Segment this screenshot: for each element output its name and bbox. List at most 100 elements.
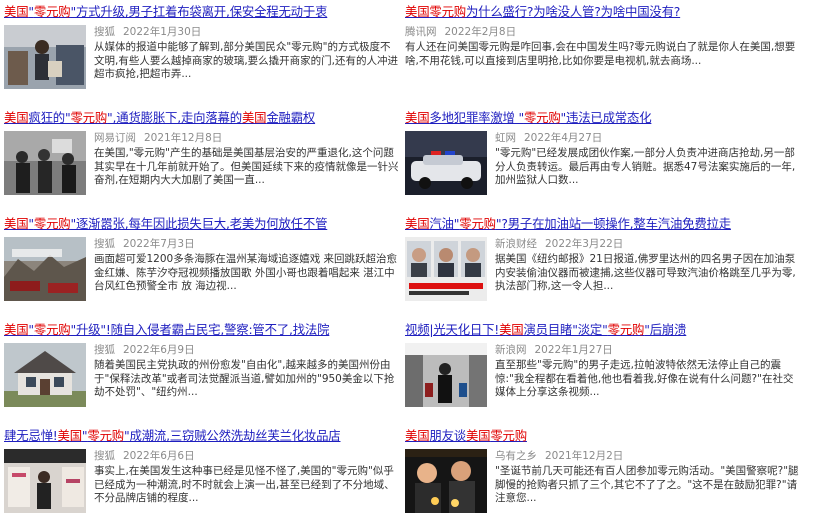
news-snippet: "零元购"已经发展成团伙作案,一部分人负责冲进商店抢劫,另一部分人负责转运。最后…: [495, 147, 796, 186]
title-keyword: 零元购: [70, 110, 108, 125]
news-item: 美国"零元购"方式升级,男子扛着布袋离开,保安全程无动于衷搜狐 2022年1月30…: [4, 4, 404, 106]
title-keyword: 零元购: [33, 4, 71, 19]
title-text: "违法已成常态化: [560, 110, 652, 125]
title-text: ",通货膨胀下,走向落幕的: [107, 110, 242, 125]
title-keyword: 美国: [4, 322, 29, 337]
news-item: 美国"零元购"逐渐嚣张,每年因此损失巨大,老美为何放任不管搜狐 2022年7月3日…: [4, 216, 404, 318]
news-meta: 搜狐 2022年1月30日: [94, 25, 201, 40]
title-keyword: 零元购: [33, 322, 71, 337]
title-text: 演员目睹"淡定": [523, 322, 608, 337]
news-snippet: 从媒体的报道中能够了解到,部分美国民众"零元购"的方式极度不文明,有些人要么越掉…: [94, 41, 399, 80]
store-shopper-photo[interactable]: [4, 25, 86, 89]
news-date: 2022年7月3日: [123, 238, 195, 250]
title-text: 视频|光天化日下!: [405, 322, 500, 337]
news-date: 2022年2月8日: [444, 26, 517, 38]
title-keyword: 美国: [4, 4, 29, 19]
news-body: 网易订阅 2021年12月8日 在美国,"零元购"产生的基础是美国基层治安的严重退化…: [4, 131, 404, 209]
news-body: 搜狐 2022年1月30日从媒体的报道中能够了解到,部分美国民众"零元购"的方式极…: [4, 25, 404, 103]
title-keyword: 零元购: [87, 428, 124, 443]
news-title-link[interactable]: 美国"零元购"升级"!随自入侵者霸占民宅,警察:管不了,找法院: [4, 322, 404, 338]
news-meta: 网易订阅 2021年12月8日: [94, 131, 222, 146]
news-source: 腾讯网: [405, 26, 437, 38]
looting-crowd-photo[interactable]: [4, 131, 86, 195]
title-text: "?男子在加油站一顿操作,整车汽油免费拉走: [495, 216, 731, 231]
store-aisle-photo[interactable]: [405, 343, 487, 407]
news-source: 搜狐: [94, 26, 115, 38]
title-keyword: 美国: [405, 4, 430, 19]
news-item: 美国"零元购"升级"!随自入侵者霸占民宅,警察:管不了,找法院搜狐 2022年6月…: [4, 322, 404, 424]
news-source: 乌有之乡: [495, 450, 537, 462]
title-text: 汽油": [429, 216, 460, 231]
news-date: 2022年3月22日: [545, 238, 624, 250]
news-item: 肆无忌惮!美国"零元购"成潮流,三窃贼公然洗劫丝芙兰化妆品店搜狐 2022年6月6…: [4, 428, 404, 530]
title-keyword: 美国: [241, 110, 267, 125]
title-keyword: 美国: [4, 110, 29, 125]
police-car-photo[interactable]: [405, 131, 487, 195]
news-date: 2021年12月2日: [545, 450, 624, 462]
title-text: "升级"!随自入侵者霸占民宅,警察:管不了,找法院: [70, 322, 330, 337]
news-title-link[interactable]: 美国朋友谈美国零元购: [405, 428, 805, 444]
news-meta: 搜狐 2022年6月9日: [94, 343, 195, 358]
news-title-link[interactable]: 美国疯狂的"零元购",通货膨胀下,走向落幕的美国金融霸权: [4, 110, 404, 126]
news-snippet: "圣诞节前几天可能还有百人团参加零元购活动。"美国警察呢?"腿脚慢的抢购者只抓了…: [495, 465, 799, 504]
news-date: 2022年6月9日: [123, 344, 195, 356]
news-item: 美国朋友谈美国零元购乌有之乡 2021年12月2日 "圣诞节前几天可能还有百人团参加…: [405, 428, 805, 530]
news-body: 新浪财经 2022年3月22日据美国《纽约邮报》21日报道,佛罗里达州的四名男子因…: [405, 237, 805, 315]
news-meta: 虹网 2022年4月27日: [495, 131, 602, 146]
right-column: 美国零元购为什么盛行?为啥没人管?为啥中国没有? 腾讯网 2022年2月8日有人还在…: [405, 0, 805, 530]
news-body: 乌有之乡 2021年12月2日 "圣诞节前几天可能还有百人团参加零元购活动。"美国警…: [405, 449, 805, 527]
title-keyword: 美国: [4, 216, 29, 231]
news-title-link[interactable]: 美国零元购为什么盛行?为啥没人管?为啥中国没有?: [405, 4, 805, 20]
news-source: 新浪财经: [495, 238, 537, 250]
news-body: 搜狐 2022年7月3日 画面超可爱1200多条海豚在温州某海域追逐嬉戏 来回跳跃超…: [4, 237, 404, 315]
ruined-street-photo[interactable]: [4, 237, 86, 301]
news-snippet: 事实上,在美国发生这种事已经是见怪不怪了,美国的"零元购"似乎已经成为一种潮流,…: [94, 465, 395, 504]
news-meta: 新浪网 2022年1月27日: [495, 343, 613, 358]
news-item: 美国多地犯罪率激增 "零元购"违法已成常态化虹网 2022年4月27日 "零元购"已…: [405, 110, 805, 212]
title-keyword: 零元购: [490, 428, 527, 443]
title-keyword: 美国: [465, 428, 491, 443]
news-snippet: 直至那些"零元购"的男子走远,拉帕波特依然无法停止自己的震惊:"我全程都在看着他…: [495, 359, 794, 398]
title-text: "逐渐嚣张,每年因此损失巨大,老美为何放任不管: [70, 216, 328, 231]
title-keyword: 零元购: [459, 216, 496, 231]
news-source: 新浪网: [495, 344, 527, 356]
title-text: 疯狂的": [28, 110, 71, 125]
news-meta: 乌有之乡 2021年12月2日: [495, 449, 623, 464]
house-photo[interactable]: [4, 343, 86, 407]
news-body: 搜狐 2022年6月9日 随着美国民主党执政的州份愈发"自由化",越来越多的美国州份…: [4, 343, 404, 421]
candle-vigil-photo[interactable]: [405, 449, 487, 513]
news-body: 虹网 2022年4月27日 "零元购"已经发展成团伙作案,一部分人负责冲进商店抢劫,…: [405, 131, 805, 209]
news-body: 腾讯网 2022年2月8日有人还在问美国零元购是咋回事,会在中国发生吗?零元购说白…: [405, 25, 805, 103]
news-results-grid: 美国"零元购"方式升级,男子扛着布袋离开,保安全程无动于衷搜狐 2022年1月30…: [0, 0, 827, 513]
news-title-link[interactable]: 肆无忌惮!美国"零元购"成潮流,三窃贼公然洗劫丝芙兰化妆品店: [4, 428, 404, 444]
news-date: 2022年1月30日: [123, 26, 202, 38]
title-keyword: 零元购: [607, 322, 645, 337]
news-title-link[interactable]: 美国汽油"零元购"?男子在加油站一顿操作,整车汽油免费拉走: [405, 216, 805, 232]
news-source: 虹网: [495, 132, 516, 144]
news-source: 网易订阅: [94, 132, 136, 144]
news-date: 2022年6月6日: [123, 450, 195, 462]
news-title-link[interactable]: 美国"零元购"逐渐嚣张,每年因此损失巨大,老美为何放任不管: [4, 216, 404, 232]
title-keyword: 美国: [405, 110, 430, 125]
news-meta: 腾讯网 2022年2月8日: [405, 25, 516, 40]
title-text: 肆无忌惮!: [4, 428, 58, 443]
news-title-link[interactable]: 美国多地犯罪率激增 "零元购"违法已成常态化: [405, 110, 805, 126]
news-title-link[interactable]: 视频|光天化日下!美国演员目睹"淡定"零元购"后崩溃: [405, 322, 805, 338]
news-item: 美国零元购为什么盛行?为啥没人管?为啥中国没有? 腾讯网 2022年2月8日有人还在…: [405, 4, 805, 106]
news-item: 美国疯狂的"零元购",通货膨胀下,走向落幕的美国金融霸权 网易订阅 2021年12月…: [4, 110, 404, 212]
news-snippet: 画面超可爱1200多条海豚在温州某海域追逐嬉戏 来回跳跃超治愈 金红嫌、陈芋汐夺…: [94, 253, 398, 292]
news-meta: 新浪财经 2022年3月22日: [495, 237, 623, 252]
news-snippet: 据美国《纽约邮报》21日报道,佛罗里达州的四名男子因在加油泵内安装偷油仪器而被逮…: [495, 253, 796, 292]
news-item: 美国汽油"零元购"?男子在加油站一顿操作,整车汽油免费拉走 新浪财经 2022年3月…: [405, 216, 805, 318]
title-text: 金融霸权: [266, 110, 316, 125]
title-keyword: 美国: [499, 322, 524, 337]
news-source: 搜狐: [94, 450, 115, 462]
news-date: 2021年12月8日: [144, 132, 223, 144]
news-snippet: 有人还在问美国零元购是咋回事,会在中国发生吗?零元购说白了就是你人在美国,想要啥…: [405, 41, 796, 67]
news-title-link[interactable]: 美国"零元购"方式升级,男子扛着布袋离开,保安全程无动于衷: [4, 4, 404, 20]
cosmetics-store-photo[interactable]: [4, 449, 86, 513]
news-item: 视频|光天化日下!美国演员目睹"淡定"零元购"后崩溃新浪网 2022年1月27日直…: [405, 322, 805, 424]
title-keyword: 美国: [405, 216, 430, 231]
mugshots-photo[interactable]: [405, 237, 487, 301]
news-date: 2022年1月27日: [534, 344, 613, 356]
